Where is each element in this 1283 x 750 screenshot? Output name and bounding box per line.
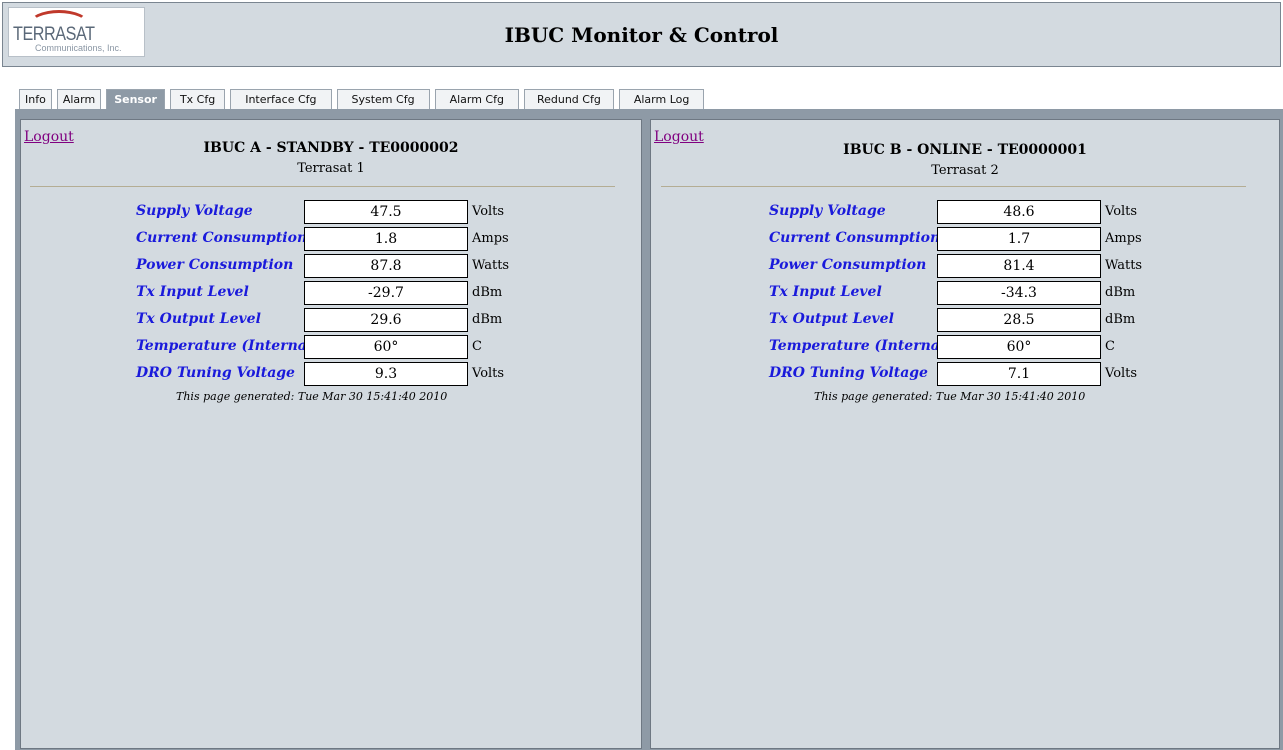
- sensor-unit: dBm: [1105, 312, 1136, 327]
- app-header: TERRASAT Communications, Inc. IBUC Monit…: [2, 2, 1281, 67]
- sensor-unit: dBm: [472, 312, 503, 327]
- sensor-unit: Volts: [1105, 366, 1138, 381]
- tab-sensor[interactable]: Sensor: [106, 89, 165, 109]
- sensor-value: 48.6: [937, 200, 1101, 224]
- sensor-unit: Amps: [472, 231, 509, 246]
- divider: [30, 186, 615, 187]
- sensor-value: 7.1: [937, 362, 1101, 386]
- sensor-unit: Volts: [472, 366, 505, 381]
- unit-name: Terrasat 1: [297, 161, 365, 176]
- tab-info[interactable]: Info: [19, 89, 52, 109]
- sensor-label: Tx Output Level: [136, 311, 261, 327]
- generated-timestamp: This page generated: Tue Mar 30 15:41:40…: [176, 390, 448, 403]
- tab-alarm[interactable]: Alarm: [56, 89, 102, 109]
- sensor-label: Power Consumption: [136, 257, 294, 273]
- tab-interface-cfg[interactable]: Interface Cfg: [230, 89, 332, 109]
- sensor-label: Tx Output Level: [769, 311, 894, 327]
- sensor-value: -29.7: [304, 281, 468, 305]
- page-title: IBUC Monitor & Control: [504, 23, 779, 47]
- sensor-unit: Volts: [1105, 204, 1138, 219]
- sensor-unit: Amps: [1105, 231, 1142, 246]
- sensor-label: Tx Input Level: [136, 284, 249, 300]
- sensor-value: 47.5: [304, 200, 468, 224]
- sensor-unit: dBm: [472, 285, 503, 300]
- sensor-unit: Watts: [1105, 258, 1143, 273]
- unit-title: IBUC A - STANDBY - TE0000002: [203, 140, 459, 156]
- sensor-label: Temperature (Internal): [136, 338, 319, 354]
- sensor-unit: dBm: [1105, 285, 1136, 300]
- sensor-value: 87.8: [304, 254, 468, 278]
- unit-name: Terrasat 2: [931, 163, 999, 178]
- unit-b-panel: Logout IBUC B - ONLINE - TE0000001 Terra…: [650, 119, 1280, 749]
- sensor-unit: Volts: [472, 204, 505, 219]
- sensor-label: Tx Input Level: [769, 284, 882, 300]
- sensor-value: -34.3: [937, 281, 1101, 305]
- sensor-value: 28.5: [937, 308, 1101, 332]
- tab-redund-cfg[interactable]: Redund Cfg: [523, 89, 614, 109]
- tab-alarm-log[interactable]: Alarm Log: [618, 89, 705, 109]
- content-frame: Logout IBUC A - STANDBY - TE0000002 Terr…: [15, 109, 1283, 750]
- unit-title: IBUC B - ONLINE - TE0000001: [843, 142, 1087, 158]
- sensor-label: Current Consumption: [136, 230, 308, 246]
- sensor-value: 29.6: [304, 308, 468, 332]
- sensor-value: 60°: [304, 335, 468, 359]
- sensor-label: DRO Tuning Voltage: [769, 365, 928, 381]
- sensor-unit: C: [472, 339, 482, 354]
- sensor-value: 81.4: [937, 254, 1101, 278]
- generated-timestamp: This page generated: Tue Mar 30 15:41:40…: [814, 390, 1086, 403]
- sensor-label: Supply Voltage: [136, 203, 253, 219]
- divider: [661, 186, 1246, 187]
- tab-alarm-cfg[interactable]: Alarm Cfg: [434, 89, 519, 109]
- sensor-label: Current Consumption: [769, 230, 941, 246]
- sensor-label: Supply Voltage: [769, 203, 886, 219]
- sensor-label: Temperature (Internal): [769, 338, 952, 354]
- tab-system-cfg[interactable]: System Cfg: [336, 89, 430, 109]
- sensor-value: 60°: [937, 335, 1101, 359]
- sensor-label: DRO Tuning Voltage: [136, 365, 295, 381]
- tab-tx-cfg[interactable]: Tx Cfg: [169, 89, 226, 109]
- sensor-value: 1.7: [937, 227, 1101, 251]
- sensor-value: 9.3: [304, 362, 468, 386]
- tab-bar: Info Alarm Sensor Tx Cfg Interface Cfg S…: [19, 89, 705, 109]
- sensor-value: 1.8: [304, 227, 468, 251]
- unit-a-panel: Logout IBUC A - STANDBY - TE0000002 Terr…: [20, 119, 642, 749]
- sensor-label: Power Consumption: [769, 257, 927, 273]
- sensor-unit: Watts: [472, 258, 510, 273]
- sensor-unit: C: [1105, 339, 1115, 354]
